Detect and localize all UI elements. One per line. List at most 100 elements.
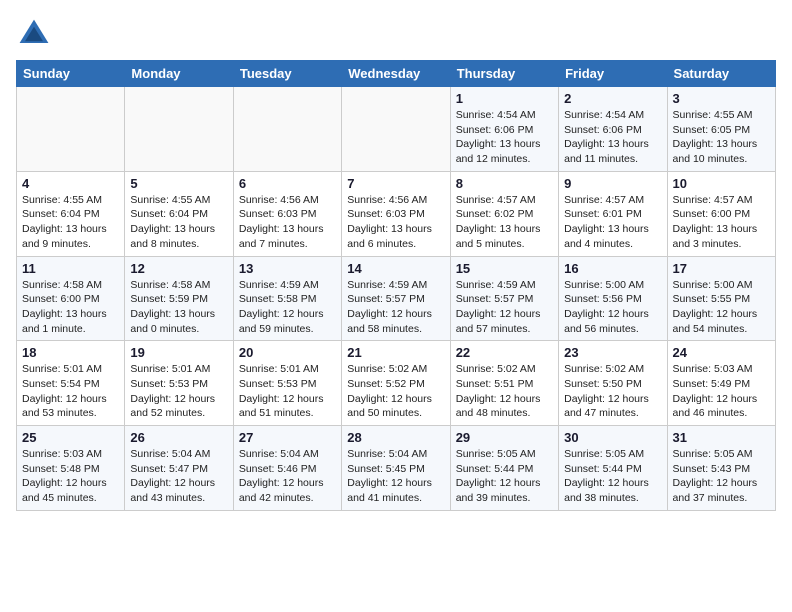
calendar-cell: 26 Sunrise: 5:04 AMSunset: 5:47 PMDayligh… <box>125 426 233 511</box>
calendar-cell: 12 Sunrise: 4:58 AMSunset: 5:59 PMDayligh… <box>125 256 233 341</box>
calendar-cell: 17 Sunrise: 5:00 AMSunset: 5:55 PMDayligh… <box>667 256 775 341</box>
calendar-cell: 31Sunrise: 5:05 AMSunset: 5:43 PMDayligh… <box>667 426 775 511</box>
day-number: 28 <box>347 430 444 445</box>
day-info: Sunrise: 4:55 AMSunset: 6:04 PMDaylight:… <box>22 193 119 252</box>
day-info: Sunrise: 4:55 AMSunset: 6:04 PMDaylight:… <box>130 193 227 252</box>
calendar-cell: 2 Sunrise: 4:54 AMSunset: 6:06 PMDaylight… <box>559 87 667 172</box>
calendar-cell: 20 Sunrise: 5:01 AMSunset: 5:53 PMDayligh… <box>233 341 341 426</box>
day-number: 20 <box>239 345 336 360</box>
day-info: Sunrise: 4:59 AMSunset: 5:57 PMDaylight:… <box>347 278 444 337</box>
calendar-cell <box>233 87 341 172</box>
day-number: 21 <box>347 345 444 360</box>
calendar-cell: 21 Sunrise: 5:02 AMSunset: 5:52 PMDayligh… <box>342 341 450 426</box>
calendar-cell: 16Sunrise: 5:00 AMSunset: 5:56 PMDayligh… <box>559 256 667 341</box>
page-header <box>16 16 776 52</box>
day-info: Sunrise: 5:03 AMSunset: 5:48 PMDaylight:… <box>22 447 119 506</box>
day-info: Sunrise: 5:02 AMSunset: 5:50 PMDaylight:… <box>564 362 661 421</box>
calendar-cell: 3 Sunrise: 4:55 AMSunset: 6:05 PMDaylight… <box>667 87 775 172</box>
day-number: 19 <box>130 345 227 360</box>
calendar-cell: 18 Sunrise: 5:01 AMSunset: 5:54 PMDayligh… <box>17 341 125 426</box>
day-number: 29 <box>456 430 553 445</box>
calendar-cell: 1 Sunrise: 4:54 AMSunset: 6:06 PMDaylight… <box>450 87 558 172</box>
day-number: 9 <box>564 176 661 191</box>
day-info: Sunrise: 5:05 AMSunset: 5:44 PMDaylight:… <box>456 447 553 506</box>
day-number: 18 <box>22 345 119 360</box>
calendar-cell <box>342 87 450 172</box>
day-number: 11 <box>22 261 119 276</box>
day-number: 14 <box>347 261 444 276</box>
calendar-cell: 25 Sunrise: 5:03 AMSunset: 5:48 PMDayligh… <box>17 426 125 511</box>
day-number: 16 <box>564 261 661 276</box>
day-info: Sunrise: 5:01 AMSunset: 5:54 PMDaylight:… <box>22 362 119 421</box>
day-number: 7 <box>347 176 444 191</box>
logo-icon <box>16 16 52 52</box>
day-info: Sunrise: 4:54 AMSunset: 6:06 PMDaylight:… <box>564 108 661 167</box>
day-info: Sunrise: 5:04 AMSunset: 5:47 PMDaylight:… <box>130 447 227 506</box>
calendar-cell: 11Sunrise: 4:58 AMSunset: 6:00 PMDayligh… <box>17 256 125 341</box>
calendar-cell: 29 Sunrise: 5:05 AMSunset: 5:44 PMDayligh… <box>450 426 558 511</box>
day-info: Sunrise: 4:59 AMSunset: 5:58 PMDaylight:… <box>239 278 336 337</box>
calendar-cell: 24 Sunrise: 5:03 AMSunset: 5:49 PMDayligh… <box>667 341 775 426</box>
dow-header-monday: Monday <box>125 61 233 87</box>
dow-header-sunday: Sunday <box>17 61 125 87</box>
dow-header-friday: Friday <box>559 61 667 87</box>
dow-header-tuesday: Tuesday <box>233 61 341 87</box>
day-info: Sunrise: 5:01 AMSunset: 5:53 PMDaylight:… <box>130 362 227 421</box>
calendar-cell: 15 Sunrise: 4:59 AMSunset: 5:57 PMDayligh… <box>450 256 558 341</box>
logo <box>16 16 58 52</box>
calendar-cell: 9 Sunrise: 4:57 AMSunset: 6:01 PMDaylight… <box>559 171 667 256</box>
calendar-cell: 22 Sunrise: 5:02 AMSunset: 5:51 PMDayligh… <box>450 341 558 426</box>
day-info: Sunrise: 5:03 AMSunset: 5:49 PMDaylight:… <box>673 362 770 421</box>
day-number: 26 <box>130 430 227 445</box>
day-number: 5 <box>130 176 227 191</box>
day-info: Sunrise: 5:05 AMSunset: 5:44 PMDaylight:… <box>564 447 661 506</box>
calendar-cell: 27 Sunrise: 5:04 AMSunset: 5:46 PMDayligh… <box>233 426 341 511</box>
day-number: 12 <box>130 261 227 276</box>
day-number: 31 <box>673 430 770 445</box>
calendar-cell: 14 Sunrise: 4:59 AMSunset: 5:57 PMDayligh… <box>342 256 450 341</box>
day-number: 17 <box>673 261 770 276</box>
day-info: Sunrise: 4:56 AMSunset: 6:03 PMDaylight:… <box>239 193 336 252</box>
calendar-cell: 13 Sunrise: 4:59 AMSunset: 5:58 PMDayligh… <box>233 256 341 341</box>
day-number: 27 <box>239 430 336 445</box>
calendar-cell: 8 Sunrise: 4:57 AMSunset: 6:02 PMDaylight… <box>450 171 558 256</box>
day-info: Sunrise: 4:57 AMSunset: 6:01 PMDaylight:… <box>564 193 661 252</box>
day-info: Sunrise: 5:02 AMSunset: 5:51 PMDaylight:… <box>456 362 553 421</box>
day-info: Sunrise: 4:57 AMSunset: 6:00 PMDaylight:… <box>673 193 770 252</box>
calendar-cell <box>17 87 125 172</box>
day-number: 13 <box>239 261 336 276</box>
day-number: 3 <box>673 91 770 106</box>
calendar-cell: 5 Sunrise: 4:55 AMSunset: 6:04 PMDaylight… <box>125 171 233 256</box>
day-info: Sunrise: 5:04 AMSunset: 5:46 PMDaylight:… <box>239 447 336 506</box>
calendar-cell: 4 Sunrise: 4:55 AMSunset: 6:04 PMDaylight… <box>17 171 125 256</box>
day-info: Sunrise: 4:58 AMSunset: 5:59 PMDaylight:… <box>130 278 227 337</box>
day-info: Sunrise: 4:57 AMSunset: 6:02 PMDaylight:… <box>456 193 553 252</box>
dow-header-wednesday: Wednesday <box>342 61 450 87</box>
calendar-cell: 19 Sunrise: 5:01 AMSunset: 5:53 PMDayligh… <box>125 341 233 426</box>
day-number: 1 <box>456 91 553 106</box>
day-number: 24 <box>673 345 770 360</box>
day-info: Sunrise: 4:54 AMSunset: 6:06 PMDaylight:… <box>456 108 553 167</box>
calendar-cell <box>125 87 233 172</box>
day-info: Sunrise: 4:55 AMSunset: 6:05 PMDaylight:… <box>673 108 770 167</box>
day-number: 8 <box>456 176 553 191</box>
day-number: 23 <box>564 345 661 360</box>
day-info: Sunrise: 5:04 AMSunset: 5:45 PMDaylight:… <box>347 447 444 506</box>
calendar-table: SundayMondayTuesdayWednesdayThursdayFrid… <box>16 60 776 511</box>
calendar-cell: 23 Sunrise: 5:02 AMSunset: 5:50 PMDayligh… <box>559 341 667 426</box>
calendar-cell: 28 Sunrise: 5:04 AMSunset: 5:45 PMDayligh… <box>342 426 450 511</box>
day-number: 25 <box>22 430 119 445</box>
day-number: 6 <box>239 176 336 191</box>
day-number: 22 <box>456 345 553 360</box>
day-info: Sunrise: 5:00 AMSunset: 5:55 PMDaylight:… <box>673 278 770 337</box>
day-info: Sunrise: 5:02 AMSunset: 5:52 PMDaylight:… <box>347 362 444 421</box>
day-number: 30 <box>564 430 661 445</box>
day-number: 4 <box>22 176 119 191</box>
day-info: Sunrise: 5:01 AMSunset: 5:53 PMDaylight:… <box>239 362 336 421</box>
calendar-cell: 10Sunrise: 4:57 AMSunset: 6:00 PMDayligh… <box>667 171 775 256</box>
day-info: Sunrise: 4:56 AMSunset: 6:03 PMDaylight:… <box>347 193 444 252</box>
calendar-cell: 30 Sunrise: 5:05 AMSunset: 5:44 PMDayligh… <box>559 426 667 511</box>
day-number: 15 <box>456 261 553 276</box>
day-info: Sunrise: 4:59 AMSunset: 5:57 PMDaylight:… <box>456 278 553 337</box>
day-number: 2 <box>564 91 661 106</box>
